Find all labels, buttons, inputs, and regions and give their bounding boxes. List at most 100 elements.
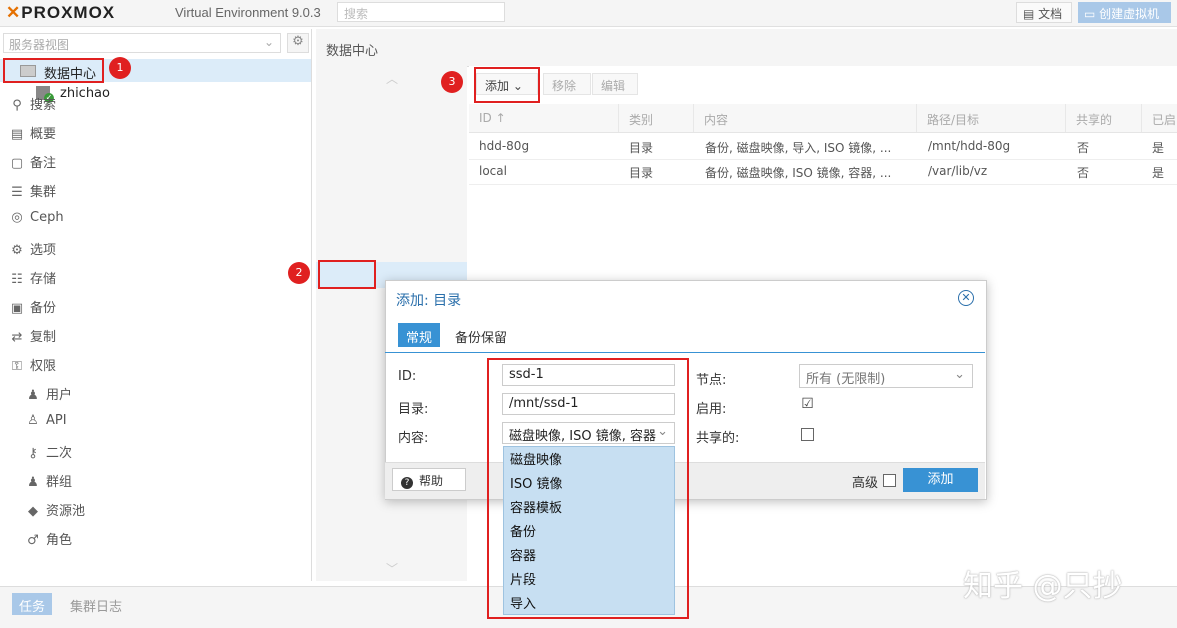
- chevron-down-icon: ⌄: [263, 35, 274, 49]
- menu-item-options[interactable]: ⚙ 选项: [10, 239, 56, 258]
- header-divider: [469, 132, 1177, 133]
- shared-checkbox[interactable]: [801, 428, 814, 441]
- annotation-badge: 1: [109, 57, 131, 79]
- annotation-box-datacenter: [3, 58, 104, 83]
- tab-cluster-log[interactable]: 集群日志: [70, 596, 122, 615]
- menu-item-ceph[interactable]: ◎ Ceph: [10, 210, 63, 225]
- enable-checkbox[interactable]: ☑: [801, 397, 814, 412]
- dialog-add-button[interactable]: 添加: [903, 468, 978, 492]
- book-icon: ▤: [10, 127, 24, 142]
- menu-item-backup[interactable]: ▣ 备份: [10, 297, 56, 316]
- column-header-type[interactable]: 类别: [619, 104, 694, 132]
- docs-button[interactable]: ▤ 文档: [1016, 2, 1072, 23]
- cell-path: /mnt/hdd-80g: [928, 139, 1011, 153]
- unlock-icon: ⚿: [12, 359, 22, 374]
- cell-id: local: [479, 164, 507, 178]
- cell-type: 目录: [629, 141, 654, 155]
- menu-item-cluster[interactable]: ☰ 集群: [10, 181, 56, 200]
- user-outline-icon: ♙: [27, 413, 39, 428]
- tab-underline: [385, 352, 985, 353]
- database-icon: ☷: [11, 272, 23, 287]
- menu-item-notes[interactable]: ▢ 备注: [10, 152, 56, 171]
- node-select[interactable]: 所有 (无限制) ⌄: [799, 364, 973, 388]
- cell-id: hdd-80g: [479, 139, 530, 153]
- annotation-badge: 2: [288, 262, 310, 284]
- user-icon: ♟: [27, 388, 39, 403]
- directory-label: 目录:: [398, 402, 429, 417]
- gear-icon: ⚙: [11, 243, 23, 258]
- version-label: Virtual Environment 9.0.3: [175, 5, 321, 20]
- annotation-box-fields: [487, 358, 689, 619]
- advanced-label: 高级: [852, 476, 879, 491]
- male-icon: ♂: [27, 533, 39, 548]
- scroll-up-icon[interactable]: ︿: [386, 70, 398, 87]
- chevron-down-icon: ⌄: [954, 367, 965, 382]
- server-icon: ☰: [11, 185, 23, 200]
- menu-item-roles[interactable]: ♂ 角色: [26, 529, 72, 548]
- annotation-box-add: [474, 67, 540, 103]
- remove-button[interactable]: 移除: [543, 73, 591, 95]
- menu-item-pools[interactable]: ◆ 资源池: [26, 500, 85, 519]
- cell-shared: 否: [1077, 166, 1090, 180]
- proxmox-logo[interactable]: ✕PROXMOX: [6, 3, 115, 23]
- column-header-id[interactable]: ID ↑: [469, 104, 619, 132]
- floppy-icon: ▣: [10, 301, 24, 316]
- help-button[interactable]: ? 帮助: [392, 468, 466, 491]
- column-header-enabled[interactable]: 已启: [1142, 104, 1177, 132]
- close-icon[interactable]: ✕: [958, 290, 974, 306]
- annotation-badge: 3: [441, 71, 463, 93]
- shared-label: 共享的:: [696, 431, 740, 446]
- menu-item-storage[interactable]: ☷ 存储: [10, 268, 56, 287]
- cell-enabled: 是: [1152, 166, 1165, 180]
- watermark: 知乎 @只抄: [963, 569, 1123, 604]
- menu-item-api[interactable]: ♙ API: [26, 413, 66, 428]
- users-icon: ♟: [27, 475, 39, 490]
- cell-shared: 否: [1077, 141, 1090, 155]
- table-row[interactable]: hdd-80g 目录 备份, 磁盘映像, 导入, ISO 镜像, ... /mn…: [469, 134, 1177, 160]
- book-icon: ▤: [1023, 7, 1039, 21]
- storage-toolbar: 添加 ⌄ 移除 编辑: [469, 70, 1177, 100]
- menu-item-summary[interactable]: ▤ 概要: [10, 123, 56, 142]
- gear-icon[interactable]: ⚙: [287, 33, 309, 53]
- edit-button[interactable]: 编辑: [592, 73, 638, 95]
- cell-content: 备份, 磁盘映像, ISO 镜像, 容器, ...: [705, 166, 892, 180]
- annotation-box-storage: [318, 260, 376, 289]
- search-icon: ⚲: [12, 98, 22, 113]
- tab-general[interactable]: 常规: [398, 323, 441, 347]
- scroll-down-icon[interactable]: ﹀: [386, 560, 398, 577]
- global-search-input[interactable]: 搜索: [337, 2, 505, 22]
- enable-label: 启用:: [696, 402, 727, 417]
- menu-item-search[interactable]: ⚲ 搜索: [10, 94, 56, 113]
- monitor-icon: ▭: [1084, 7, 1100, 21]
- content-label: 内容:: [398, 431, 429, 446]
- menu-item-permissions[interactable]: ⚿ 权限: [10, 355, 56, 374]
- cell-path: /var/lib/vz: [928, 164, 988, 178]
- create-vm-button[interactable]: ▭ 创建虚拟机: [1078, 2, 1171, 23]
- breadcrumb: 数据中心: [316, 29, 1177, 67]
- note-icon: ▢: [10, 156, 24, 171]
- view-selector[interactable]: 服务器视图 ⌄: [3, 33, 281, 53]
- tab-tasks[interactable]: 任务: [12, 593, 53, 615]
- menu-item-replication[interactable]: ⇄ 复制: [10, 326, 56, 345]
- advanced-checkbox[interactable]: [883, 474, 896, 487]
- menu-item-2fa[interactable]: ⚷ 二次: [26, 442, 72, 461]
- question-icon: ?: [401, 477, 413, 489]
- retweet-icon: ⇄: [11, 330, 23, 345]
- node-label: 节点:: [696, 373, 727, 388]
- column-header-content[interactable]: 内容: [694, 104, 917, 132]
- cell-content: 备份, 磁盘映像, 导入, ISO 镜像, ...: [705, 141, 892, 155]
- column-header-path[interactable]: 路径/目标: [917, 104, 1066, 132]
- key-icon: ⚷: [28, 446, 38, 461]
- column-header-shared[interactable]: 共享的: [1066, 104, 1142, 132]
- tree-item-node[interactable]: zhichao: [60, 86, 110, 101]
- cell-type: 目录: [629, 166, 654, 180]
- tags-icon: ◆: [28, 504, 38, 519]
- menu-item-users[interactable]: ♟ 用户: [26, 384, 72, 403]
- id-label: ID:: [398, 369, 417, 384]
- tab-backup-retention[interactable]: 备份保留: [455, 327, 507, 346]
- cell-enabled: 是: [1152, 141, 1165, 155]
- menu-item-groups[interactable]: ♟ 群组: [26, 471, 72, 490]
- dialog-title: 添加: 目录: [396, 293, 462, 309]
- ceph-icon: ◎: [11, 210, 23, 225]
- table-row[interactable]: local 目录 备份, 磁盘映像, ISO 镜像, 容器, ... /var/…: [469, 159, 1177, 185]
